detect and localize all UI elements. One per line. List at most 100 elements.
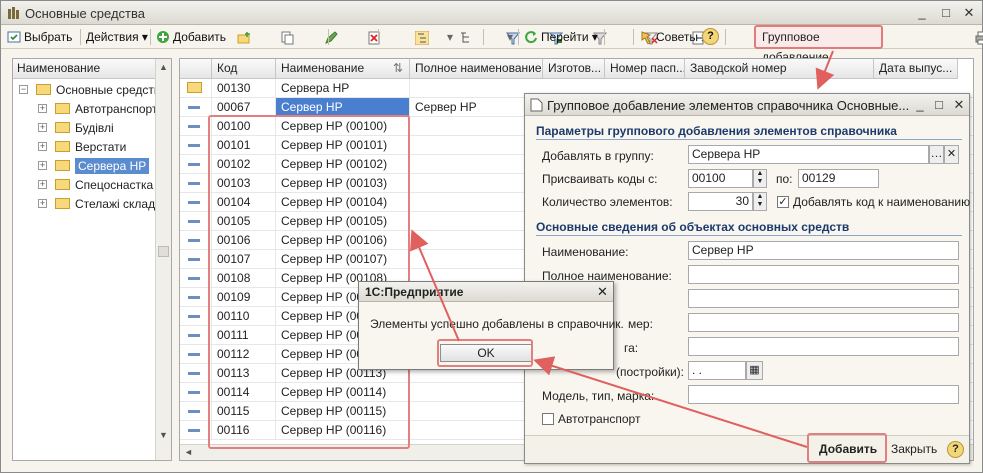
column-header-serial[interactable]: Заводской номер	[685, 59, 874, 79]
release-date-label: (постройки):	[616, 365, 684, 379]
copy-icon[interactable]	[280, 31, 294, 45]
item-icon	[188, 315, 200, 318]
expand-icon[interactable]: +	[38, 123, 47, 132]
calendar-icon[interactable]: ▦	[746, 361, 763, 380]
code-spinner[interactable]: ▲ ▼	[753, 169, 767, 188]
tree-root-label: Основные средств	[56, 83, 161, 97]
scroll-down-icon[interactable]: ▼	[159, 430, 168, 440]
scroll-up-icon[interactable]: ▲	[159, 62, 168, 72]
group-field[interactable]: Сервера HP	[688, 145, 929, 164]
release-date-field[interactable]: . .	[688, 361, 746, 380]
add-label: Добавить	[173, 30, 227, 44]
section-divider	[536, 139, 962, 140]
column-header-manufacturer[interactable]: Изготов...	[543, 59, 605, 79]
scroll-thumb[interactable]	[158, 246, 169, 257]
item-icon	[188, 372, 200, 375]
item-icon	[188, 163, 200, 166]
toolbar-separator	[483, 29, 484, 45]
expand-icon[interactable]: +	[38, 104, 47, 113]
close-button[interactable]: ✕	[961, 5, 977, 21]
goto-menu[interactable]: Перейти ▾	[524, 27, 598, 47]
sidebar-item-folder[interactable]: + Автотранспорт	[38, 100, 157, 118]
select-label: Выбрать	[24, 30, 73, 44]
manufacturer-field[interactable]	[688, 289, 959, 308]
tree-item-label: Верстати	[75, 140, 127, 154]
add-button[interactable]: Добавить	[156, 27, 226, 47]
vehicle-checkbox[interactable]	[542, 413, 554, 425]
item-icon	[188, 239, 200, 242]
select-group-button[interactable]: …	[929, 145, 944, 164]
expand-icon[interactable]: +	[38, 199, 47, 208]
cell-name: Сервера HP	[276, 79, 410, 98]
collapse-icon[interactable]: −	[19, 85, 28, 94]
toolbar-separator	[725, 29, 726, 45]
serial-field[interactable]	[688, 337, 959, 356]
folder-icon	[36, 84, 51, 96]
tree-icon[interactable]	[459, 31, 473, 45]
hierarchy-icon[interactable]	[415, 30, 430, 45]
column-header-full-name[interactable]: Полное наименование	[410, 59, 543, 79]
expand-icon[interactable]: +	[38, 161, 47, 170]
item-icon	[188, 125, 200, 128]
tree-scrollbar[interactable]: ▲ ▼	[155, 59, 171, 460]
tree-item-label: Спецоснастка	[75, 178, 154, 192]
codes-from-label: Присваивать коды с:	[542, 172, 658, 186]
chevron-down-icon[interactable]: ▾	[447, 27, 453, 47]
toolbar-separator	[150, 29, 151, 45]
actions-label: Действия	[86, 30, 139, 44]
tree-root[interactable]: − Основные средств	[19, 81, 160, 99]
full-name-field[interactable]	[688, 265, 959, 284]
item-icon	[188, 429, 200, 432]
column-header-release-date[interactable]: Дата выпус...	[874, 59, 958, 79]
section-info-title: Основные сведения об объектах основных с…	[536, 220, 850, 234]
column-header-name[interactable]: Наименование ⇅	[276, 59, 410, 79]
select-button[interactable]: Выбрать	[7, 27, 72, 47]
expand-icon[interactable]: +	[38, 180, 47, 189]
item-icon	[188, 182, 200, 185]
code-to-field[interactable]: 00129	[798, 169, 879, 188]
sidebar-item-folder[interactable]: + Верстати	[38, 138, 126, 156]
maximize-button[interactable]: □	[938, 5, 954, 21]
message-title: 1С:Предприятие	[359, 282, 613, 302]
sidebar-item-folder[interactable]: + Сервера HP	[38, 157, 150, 175]
vehicle-label: Автотранспорт	[558, 412, 641, 426]
toolbar-separator	[633, 29, 634, 45]
tree-item-label: Сервера HP	[75, 158, 150, 174]
count-spinner[interactable]: ▲ ▼	[753, 192, 767, 211]
close-dialog-button[interactable]: Закрыть	[891, 442, 937, 456]
dialog-maximize-button[interactable]: □	[931, 97, 947, 113]
scroll-left-icon[interactable]: ◄	[184, 447, 193, 457]
chevron-down-icon[interactable]: ▾	[507, 27, 513, 47]
passport-field[interactable]	[688, 313, 959, 332]
sidebar-item-folder[interactable]: + Спецоснастка	[38, 176, 153, 194]
clear-icon[interactable]: ✕	[944, 145, 959, 164]
help-icon[interactable]: ?	[702, 28, 719, 45]
message-text: Элементы успешно добавлены в справочник.	[370, 317, 624, 331]
expand-icon[interactable]: +	[38, 142, 47, 151]
item-icon	[188, 391, 200, 394]
tips-button[interactable]: Советы	[639, 27, 698, 47]
dialog-minimize-button[interactable]: _	[912, 97, 928, 113]
add-folder-icon[interactable]	[237, 31, 251, 45]
column-header-icon[interactable]	[180, 59, 212, 79]
sidebar-item-folder[interactable]: + Будівлі	[38, 119, 114, 137]
edit-icon[interactable]	[324, 31, 338, 45]
tips-icon	[641, 31, 652, 44]
group-add-button[interactable]: Групповое добавление	[754, 25, 883, 64]
help-icon[interactable]: ?	[947, 441, 964, 458]
sidebar-item-folder[interactable]: + Стелажі склад...	[38, 195, 165, 213]
count-label: Количество элементов:	[542, 195, 673, 209]
print-icon[interactable]	[975, 31, 983, 45]
minimize-button[interactable]: _	[914, 5, 930, 21]
item-icon	[188, 258, 200, 261]
name-field[interactable]: Сервер HP	[688, 241, 959, 260]
dialog-close-button[interactable]: ✕	[951, 97, 967, 113]
message-close-button[interactable]: ✕	[597, 284, 608, 300]
count-field[interactable]: 30	[688, 192, 753, 211]
column-header-passport[interactable]: Номер пасп...	[605, 59, 685, 79]
code-from-field[interactable]: 00100	[688, 169, 753, 188]
add-code-checkbox[interactable]: ✓	[777, 196, 789, 208]
model-field[interactable]	[688, 385, 959, 404]
column-header-code[interactable]: Код	[212, 59, 276, 79]
actions-menu[interactable]: Действия ▾	[86, 27, 148, 47]
